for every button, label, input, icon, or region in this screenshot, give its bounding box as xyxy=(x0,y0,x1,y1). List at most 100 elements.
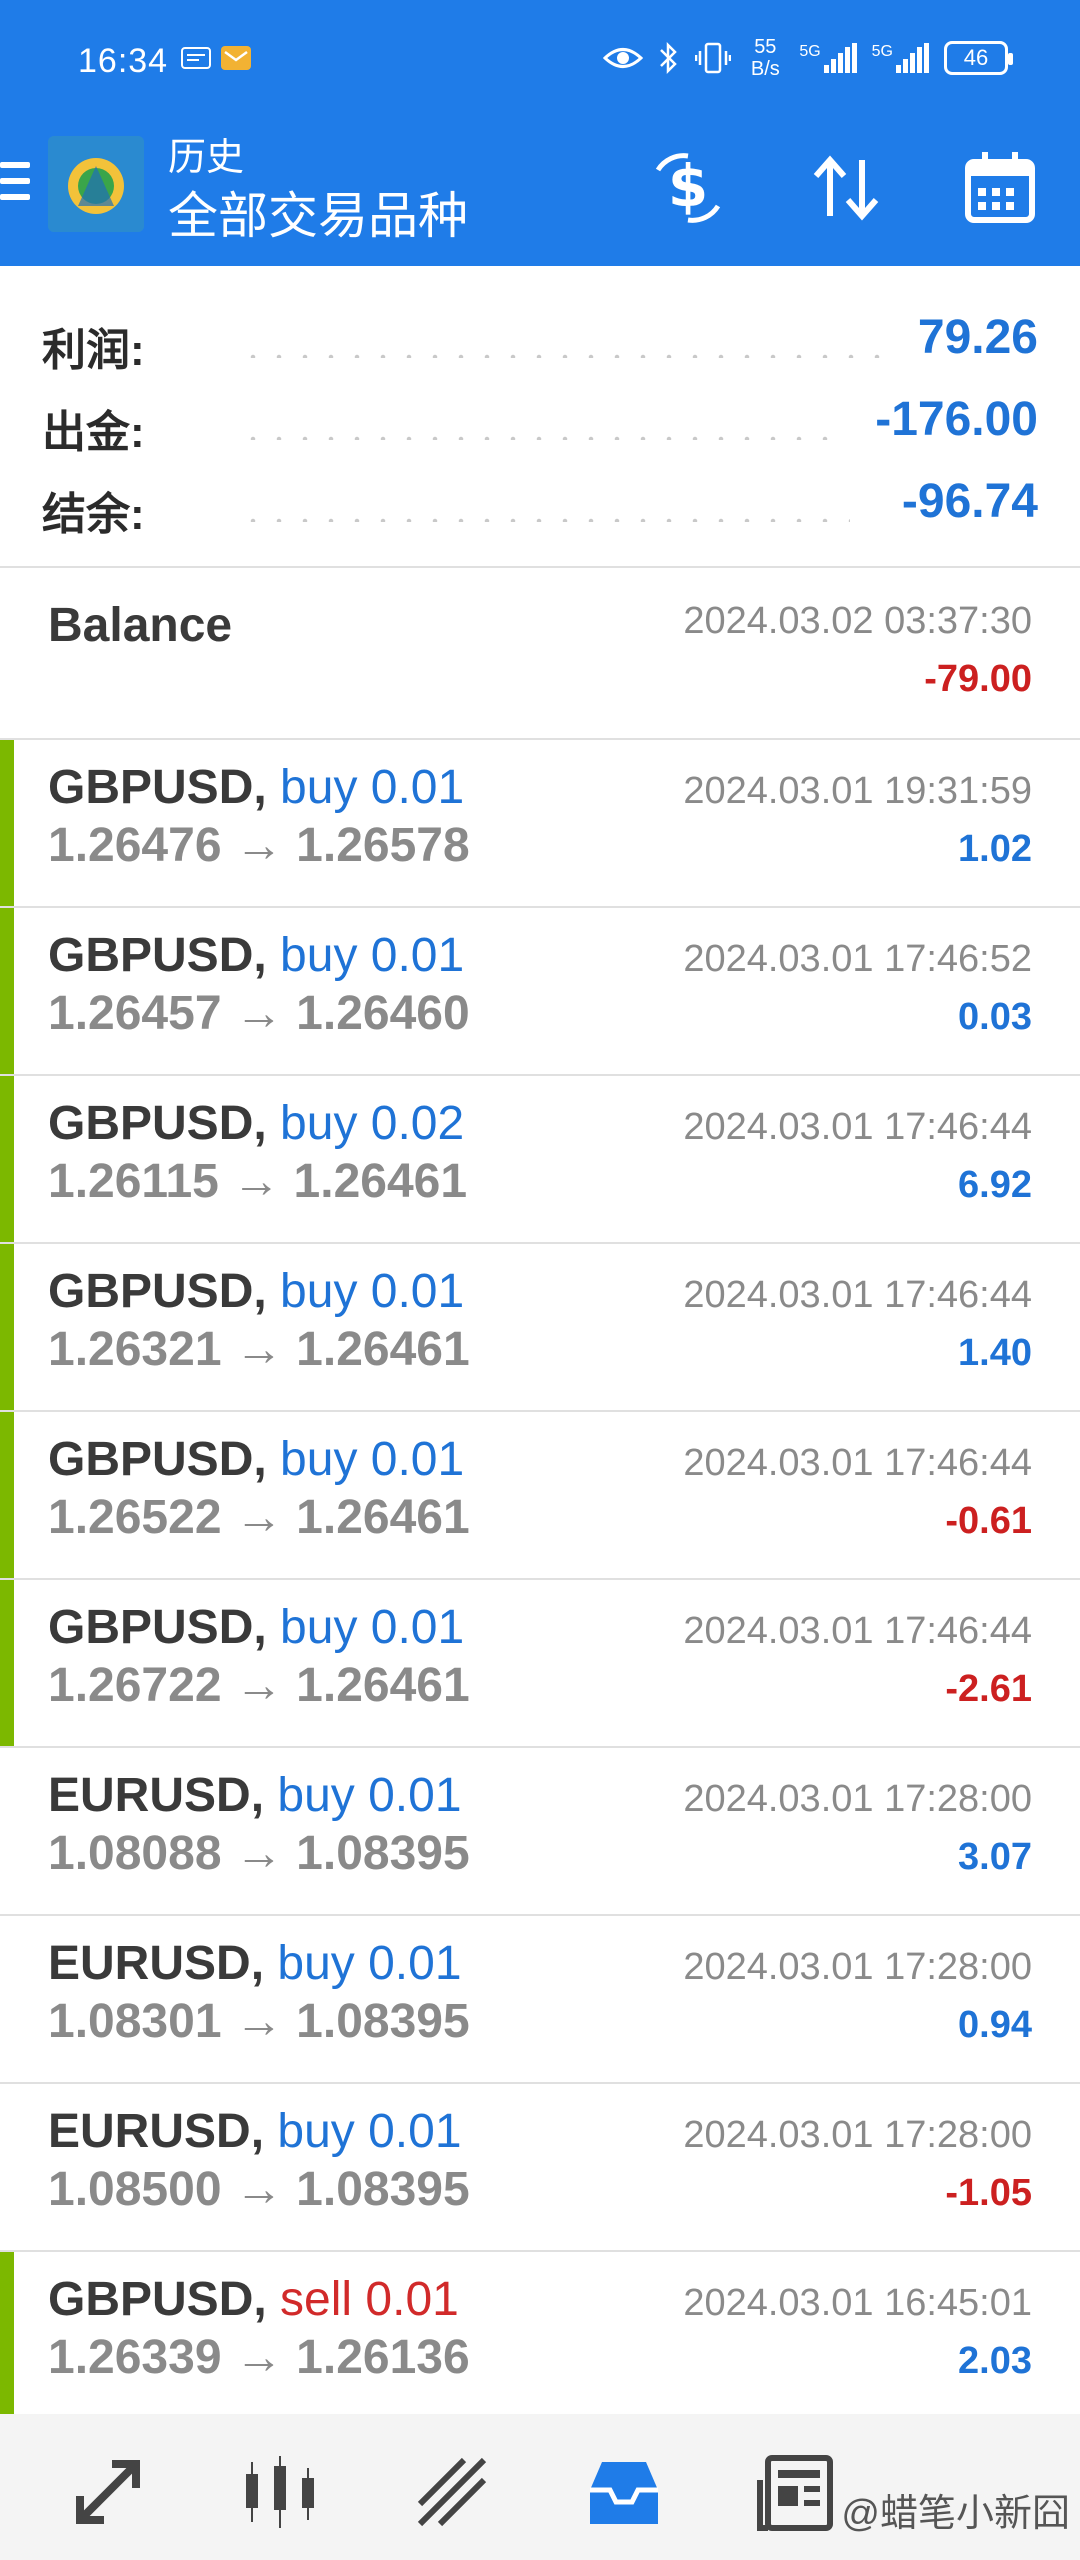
summary-value: -96.74 xyxy=(901,475,1038,528)
summary-label: 利润: xyxy=(42,326,145,375)
deal-row[interactable]: GBPUSD, buy 0.01 1.26522 → 1.26461 2024.03… xyxy=(0,1412,1080,1580)
summary-profit-row: 利润: 79.26 xyxy=(0,302,1080,382)
calendar-icon[interactable] xyxy=(960,148,1040,228)
deal-row[interactable]: EURUSD, buy 0.01 1.08500 → 1.08395 2024.03… xyxy=(0,2084,1080,2252)
watermark-text: @蜡笔小新囧 xyxy=(841,2493,1070,2535)
deal-prices: 1.26321 → 1.26461 xyxy=(48,1323,470,1376)
status-time: 16:34 xyxy=(78,42,169,80)
deal-side-volume: buy 0.01 xyxy=(277,2105,462,2158)
chart-candles-icon[interactable] xyxy=(238,2450,322,2534)
balance-row[interactable]: Balance 2024.03.02 03:37:30 -79.00 xyxy=(0,570,1080,740)
deal-row[interactable]: EURUSD, buy 0.01 1.08088 → 1.08395 2024.03… xyxy=(0,1748,1080,1916)
deal-symbol-line: GBPUSD, buy 0.01 xyxy=(48,1264,464,1319)
position-stripe xyxy=(0,1244,14,1410)
deal-datetime: 2024.03.01 17:46:44 xyxy=(683,1610,1032,1652)
deal-side-volume: buy 0.01 xyxy=(280,929,465,982)
signal-1: 5G xyxy=(799,43,857,73)
deal-symbol: GBPUSD, xyxy=(48,929,267,982)
deal-datetime: 2024.03.01 17:28:00 xyxy=(683,2114,1032,2156)
deal-symbol: GBPUSD, xyxy=(48,2273,267,2326)
message-icon xyxy=(181,47,211,69)
network-speed: 55 B/s xyxy=(750,36,780,80)
deal-side-volume: buy 0.01 xyxy=(277,1937,462,1990)
deal-symbol-line: GBPUSD, buy 0.01 xyxy=(48,1600,464,1655)
deal-row[interactable]: GBPUSD, buy 0.01 1.26457 → 1.26460 2024.03… xyxy=(0,908,1080,1076)
bottom-navigation: @蜡笔小新囧 xyxy=(0,2414,1080,2560)
deal-symbol-line: EURUSD, buy 0.01 xyxy=(48,2104,462,2159)
dotted-leader xyxy=(240,436,830,440)
deal-row[interactable]: GBPUSD, buy 0.01 1.26722 → 1.26461 2024.03… xyxy=(0,1580,1080,1748)
deal-datetime: 2024.03.01 16:45:01 xyxy=(683,2282,1032,2324)
deal-row[interactable]: GBPUSD, buy 0.01 1.26476 → 1.26578 2024.03… xyxy=(0,740,1080,908)
deal-row[interactable]: GBPUSD, buy 0.01 1.26321 → 1.26461 2024.03… xyxy=(0,1244,1080,1412)
news-icon[interactable] xyxy=(754,2450,838,2534)
deal-datetime: 2024.03.01 17:46:52 xyxy=(683,938,1032,980)
deal-side-volume: buy 0.02 xyxy=(280,1097,465,1150)
deal-side-volume: buy 0.01 xyxy=(280,1601,465,1654)
deal-datetime: 2024.03.01 17:46:44 xyxy=(683,1274,1032,1316)
svg-text:$: $ xyxy=(668,152,708,220)
deal-symbol: EURUSD, xyxy=(48,1937,265,1990)
signal-2: 5G xyxy=(872,43,930,73)
deal-row[interactable]: EURUSD, buy 0.01 1.08301 → 1.08395 2024.03… xyxy=(0,1916,1080,2084)
history-inbox-icon[interactable] xyxy=(582,2450,666,2534)
deal-symbol-line: GBPUSD, sell 0.01 xyxy=(48,2272,459,2327)
quotes-arrows-icon[interactable] xyxy=(66,2450,150,2534)
deal-profit: 3.07 xyxy=(958,1836,1032,1878)
trade-line-icon[interactable] xyxy=(410,2450,494,2534)
page-title[interactable]: 全部交易品种 xyxy=(168,176,468,248)
deal-profit: -2.61 xyxy=(945,1668,1032,1710)
deal-profit: 6.92 xyxy=(958,1164,1032,1206)
deal-profit: -0.61 xyxy=(945,1500,1032,1542)
deal-profit: 2.03 xyxy=(958,2340,1032,2382)
deal-symbol: EURUSD, xyxy=(48,1769,265,1822)
deal-datetime: 2024.03.01 17:46:44 xyxy=(683,1442,1032,1484)
deal-profit: -79.00 xyxy=(924,658,1032,700)
position-stripe xyxy=(0,1412,14,1578)
deal-prices: 1.08088 → 1.08395 xyxy=(48,1827,470,1880)
deal-datetime: 2024.03.01 17:28:00 xyxy=(683,1946,1032,1988)
menu-icon[interactable] xyxy=(0,162,30,212)
balance-label: Balance xyxy=(48,599,233,652)
status-bar: 16:34 55 B/s 5G 5G 46 xyxy=(0,0,1080,126)
deal-symbol: EURUSD, xyxy=(48,2105,265,2158)
deal-datetime: 2024.03.02 03:37:30 xyxy=(683,600,1032,642)
currency-swap-icon[interactable]: $ xyxy=(648,148,728,228)
summary-label: 出金: xyxy=(42,408,145,457)
deal-symbol-line: EURUSD, buy 0.01 xyxy=(48,1936,462,1991)
deal-prices: 1.26522 → 1.26461 xyxy=(48,1491,470,1544)
position-stripe xyxy=(0,2252,14,2418)
deal-symbol-line: GBPUSD, buy 0.01 xyxy=(48,760,464,815)
deal-prices: 1.08301 → 1.08395 xyxy=(48,1995,470,2048)
deal-side-volume: buy 0.01 xyxy=(280,1265,465,1318)
deal-datetime: 2024.03.01 19:31:59 xyxy=(683,770,1032,812)
dotted-leader xyxy=(240,354,880,358)
sort-icon[interactable] xyxy=(806,148,886,228)
summary-value: -176.00 xyxy=(875,393,1038,446)
status-right-icons: 55 B/s 5G 5G 46 xyxy=(603,36,1013,80)
battery-indicator: 46 xyxy=(944,41,1013,75)
app-bar: 历史 全部交易品种 $ xyxy=(0,126,1080,266)
deal-side-volume: buy 0.01 xyxy=(280,761,465,814)
deal-row[interactable]: GBPUSD, buy 0.02 1.26115 → 1.26461 2024.03… xyxy=(0,1076,1080,1244)
signal-icon xyxy=(823,43,857,73)
summary-value: 79.26 xyxy=(917,311,1038,364)
top-bar: 16:34 55 B/s 5G 5G 46 历史 全部交易品种 $ xyxy=(0,0,1080,266)
app-logo xyxy=(48,136,144,232)
summary-panel: 利润: 79.26 出金: -176.00 结余: -96.74 xyxy=(0,266,1080,568)
deal-profit: 0.03 xyxy=(958,996,1032,1038)
deals-list: Balance 2024.03.02 03:37:30 -79.00 GBPUS… xyxy=(0,570,1080,2420)
page-subtitle: 历史 xyxy=(168,137,245,179)
deal-symbol: GBPUSD, xyxy=(48,1433,267,1486)
deal-prices: 1.26457 → 1.26460 xyxy=(48,987,470,1040)
position-stripe xyxy=(0,1076,14,1242)
deal-profit: -1.05 xyxy=(945,2172,1032,2214)
mail-icon xyxy=(221,46,251,70)
position-stripe xyxy=(0,740,14,906)
deal-symbol-line: GBPUSD, buy 0.01 xyxy=(48,928,464,983)
deal-profit: 1.40 xyxy=(958,1332,1032,1374)
deal-row[interactable]: GBPUSD, sell 0.01 1.26339 → 1.26136 2024.0… xyxy=(0,2252,1080,2420)
position-stripe xyxy=(0,908,14,1074)
deal-symbol-line: GBPUSD, buy 0.02 xyxy=(48,1096,464,1151)
deal-symbol-line: GBPUSD, buy 0.01 xyxy=(48,1432,464,1487)
